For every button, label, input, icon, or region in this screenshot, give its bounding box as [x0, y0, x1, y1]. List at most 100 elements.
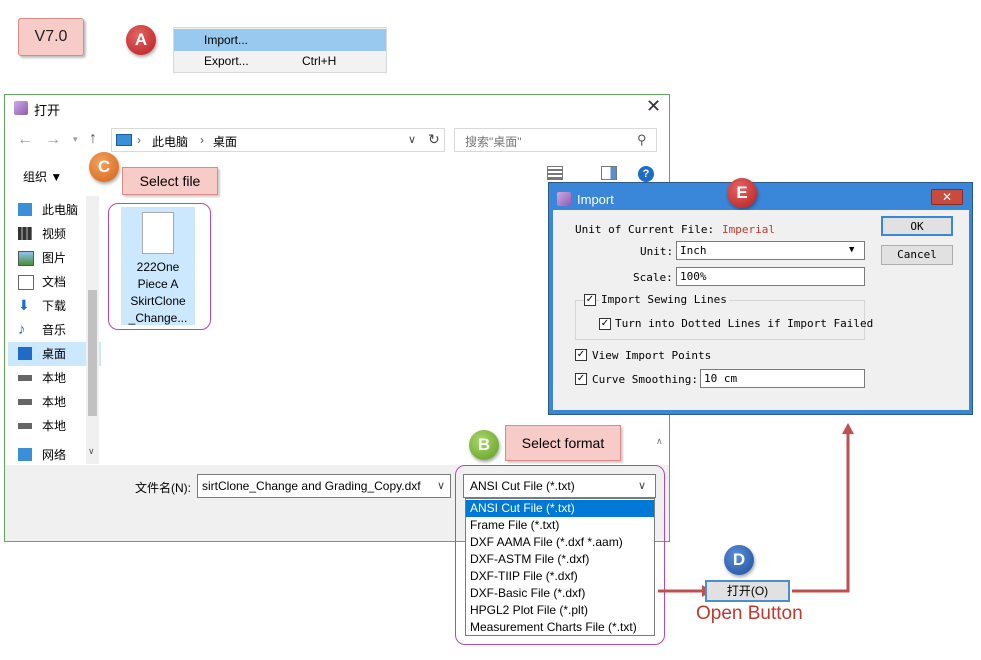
sidebar-item-label: 本地	[42, 371, 67, 385]
address-bar[interactable]: › 此电脑 › 桌面 ∨ ↻	[111, 128, 445, 152]
callout-d: D	[724, 545, 754, 575]
computer-icon	[116, 134, 132, 146]
sidebar-item-label: 此电脑	[42, 203, 79, 217]
version-tag: V7.0	[18, 18, 84, 56]
sidebar-scrollbar[interactable]: ∨	[86, 196, 99, 464]
chevron-down-icon[interactable]: ∨	[408, 133, 416, 146]
refresh-icon[interactable]: ↻	[428, 131, 440, 148]
menu-item-import[interactable]: Import...	[174, 29, 386, 51]
download-icon: ⬇	[18, 297, 30, 313]
curve-smoothing-label: Curve Smoothing:	[592, 373, 698, 386]
view-import-points-label: View Import Points	[592, 349, 712, 362]
import-sewing-lines-checkbox[interactable]: ✓	[584, 294, 596, 306]
drive-icon	[18, 375, 32, 381]
breadcrumb-root[interactable]: 此电脑	[152, 133, 188, 150]
up-arrow-icon[interactable]: ↑	[89, 130, 97, 148]
unit-of-file-label: Unit of Current File:	[575, 223, 715, 236]
unit-select[interactable]: Inch ▼	[676, 241, 865, 260]
sidebar-item-label: 文档	[42, 275, 67, 289]
desktop-icon	[18, 347, 32, 360]
curve-smoothing-input[interactable]: 10 cm	[700, 369, 865, 388]
unit-of-file-value: Imperial	[722, 223, 775, 236]
cancel-button[interactable]: Cancel	[881, 245, 953, 265]
file-icon	[142, 212, 174, 254]
arrow-to-import-dialog	[792, 432, 850, 593]
view-import-points-checkbox[interactable]: ✓	[575, 349, 587, 361]
import-dialog-title: Import	[577, 192, 614, 207]
music-icon: ♪	[18, 321, 26, 338]
video-icon	[18, 227, 32, 240]
chevron-down-icon: ∨	[638, 480, 647, 492]
preview-pane-icon[interactable]	[601, 166, 617, 180]
close-icon[interactable]: ✕	[931, 189, 963, 205]
close-icon[interactable]: ✕	[646, 96, 661, 117]
scale-label: Scale:	[633, 271, 673, 284]
dotted-lines-checkbox[interactable]: ✓	[599, 318, 611, 330]
flow-arrows	[658, 423, 854, 597]
file-type-select[interactable]: ANSI Cut File (*.txt) ∨	[463, 474, 656, 498]
callout-a: A	[126, 25, 156, 55]
sidebar-item-label: 网络	[42, 448, 67, 462]
sidebar-item-label: 图片	[42, 251, 67, 265]
open-button-caption: Open Button	[696, 603, 803, 624]
computer-icon	[18, 203, 32, 216]
file-type-option[interactable]: DXF-Basic File (*.dxf)	[466, 585, 654, 602]
documents-icon	[18, 275, 34, 290]
recent-chevron-icon[interactable]: ▾	[73, 134, 78, 145]
file-name-line: SkirtClone	[130, 294, 186, 308]
open-dialog-title: 打开	[34, 103, 61, 118]
drive-icon	[18, 399, 32, 405]
dotted-lines-label: Turn into Dotted Lines if Import Failed	[615, 317, 874, 330]
search-icon: ⚲	[637, 132, 647, 147]
scale-value: 100%	[680, 270, 707, 283]
menu-item-export[interactable]: Export... Ctrl+H	[174, 50, 386, 72]
file-type-option[interactable]: Frame File (*.txt)	[466, 517, 654, 534]
import-sewing-lines-label: Import Sewing Lines	[599, 293, 729, 306]
file-name-line: Piece A	[137, 277, 179, 291]
view-options-icon[interactable]	[547, 166, 563, 180]
file-type-option[interactable]: Measurement Charts File (*.txt)	[466, 619, 654, 636]
file-type-option[interactable]: DXF-TIIP File (*.dxf)	[466, 568, 654, 585]
search-input[interactable]: 搜索"桌面" ⚲	[454, 128, 657, 152]
callout-b: B	[469, 430, 499, 460]
filename-label: 文件名(N):	[135, 481, 191, 495]
file-type-option[interactable]: DXF AAMA File (*.dxf *.aam)	[466, 534, 654, 551]
back-arrow-icon[interactable]: ←	[17, 131, 33, 149]
file-menu: Import... Export... Ctrl+H	[173, 27, 387, 73]
callout-c: C	[89, 152, 119, 182]
file-item[interactable]: 222One Piece A SkirtClone _Change...	[121, 207, 195, 325]
sidebar-scroll-thumb[interactable]	[88, 290, 97, 416]
help-icon[interactable]: ?	[638, 166, 654, 182]
file-name: 222One Piece A SkirtClone _Change...	[121, 259, 195, 327]
filename-input[interactable]: sirtClone_Change and Grading_Copy.dxf	[197, 474, 451, 498]
sidebar-item-label: 本地	[42, 395, 67, 409]
open-button[interactable]: 打开(O)	[705, 580, 790, 602]
file-name-line: _Change...	[128, 311, 188, 325]
sidebar-item-label: 桌面	[42, 347, 67, 361]
sidebar-item-label: 视频	[42, 227, 67, 241]
file-type-option[interactable]: DXF-ASTM File (*.dxf)	[466, 551, 654, 568]
curve-smoothing-value: 10 cm	[704, 372, 738, 385]
select-file-label: Select file	[122, 167, 218, 195]
select-format-label: Select format	[505, 425, 621, 461]
file-name-line: 222One	[136, 260, 180, 274]
file-type-option[interactable]: ANSI Cut File (*.txt)	[466, 500, 654, 517]
menu-item-export-label: Export...	[204, 54, 249, 68]
forward-arrow-icon[interactable]: →	[45, 131, 61, 149]
menu-item-import-label: Import...	[204, 33, 249, 47]
scroll-down-icon[interactable]: ∨	[88, 446, 95, 457]
curve-smoothing-checkbox[interactable]: ✓	[575, 373, 587, 385]
drive-icon	[18, 423, 32, 429]
ok-button[interactable]: OK	[881, 216, 953, 236]
chevron-right-icon: ›	[200, 133, 204, 147]
app-icon	[14, 101, 28, 115]
chevron-down-icon[interactable]: ∨	[437, 479, 445, 492]
organize-button[interactable]: 组织 ▼	[23, 168, 62, 185]
scale-input[interactable]: 100%	[676, 267, 865, 286]
unit-label: Unit:	[640, 245, 674, 258]
file-type-option[interactable]: HPGL2 Plot File (*.plt)	[466, 602, 654, 619]
network-icon	[18, 448, 32, 461]
sidebar-item-label: 音乐	[42, 323, 67, 337]
pictures-icon	[18, 251, 34, 266]
breadcrumb-folder[interactable]: 桌面	[213, 133, 237, 150]
